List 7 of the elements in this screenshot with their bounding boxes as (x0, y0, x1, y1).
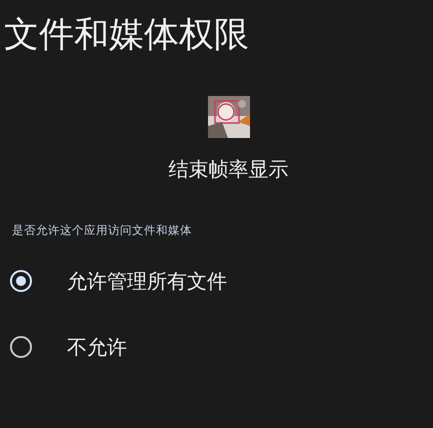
option-label[interactable]: 允许管理所有文件 (67, 268, 227, 294)
radio-button[interactable] (10, 336, 32, 358)
question-text: 是否允许这个应用访问文件和媒体 (12, 223, 193, 238)
option-label[interactable]: 不允许 (67, 334, 127, 360)
page-title: 文件和媒体权限 (4, 14, 250, 56)
app-name: 结束帧率显示 (168, 156, 288, 183)
radio-button[interactable] (10, 270, 32, 292)
